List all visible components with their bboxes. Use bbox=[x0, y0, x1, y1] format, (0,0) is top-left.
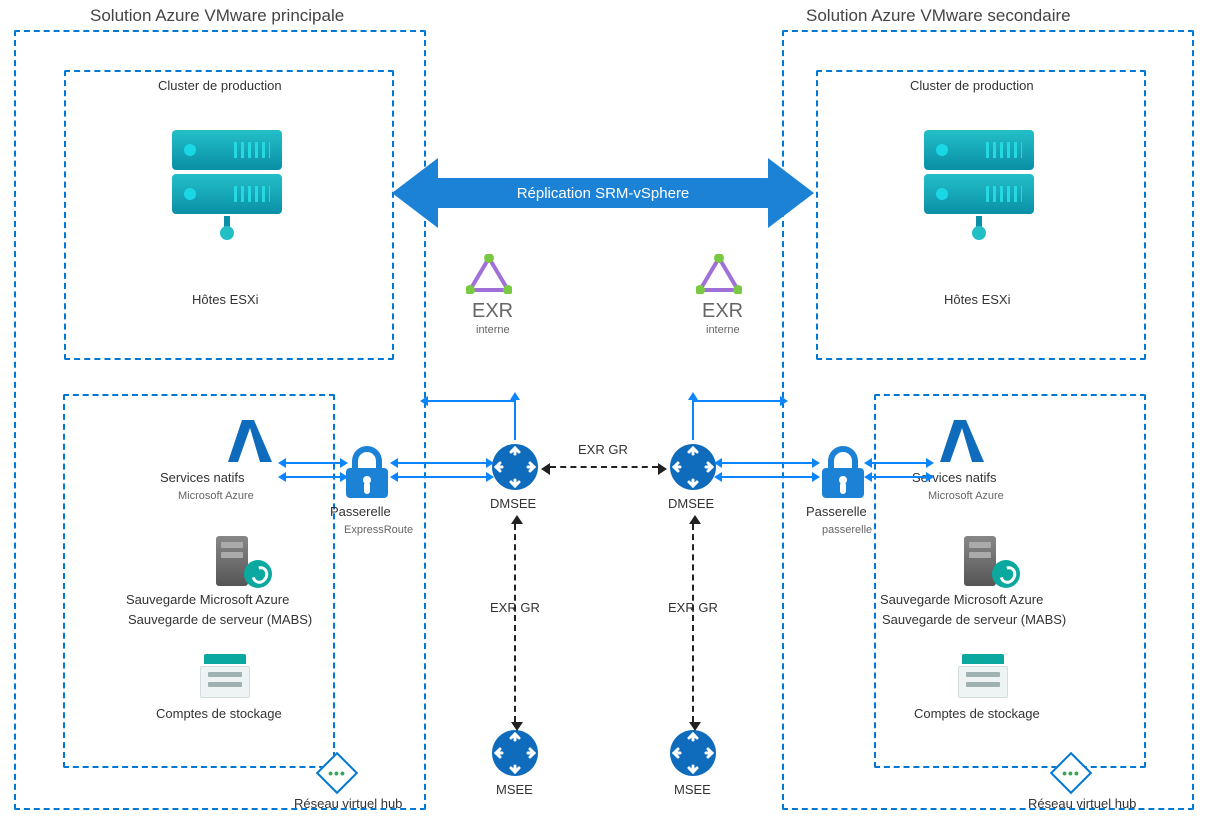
storage-account-icon bbox=[958, 654, 1008, 698]
lock-icon bbox=[344, 446, 390, 498]
primary-vnet-label: Réseau virtuel hub bbox=[294, 796, 402, 811]
exr-right-label: EXR bbox=[702, 300, 743, 323]
dmsee-right-label: DMSEE bbox=[668, 496, 714, 511]
exr-left-label: EXR bbox=[472, 300, 513, 323]
connector-line bbox=[286, 476, 340, 478]
router-icon bbox=[670, 730, 716, 776]
primary-native-services-label: Services natifs bbox=[160, 470, 245, 485]
exr-gr-h-label: EXR GR bbox=[578, 442, 628, 457]
secondary-backup-sub: Sauvegarde de serveur (MABS) bbox=[882, 612, 1066, 627]
secondary-gateway-sub: passerelle bbox=[822, 524, 872, 536]
primary-esxi-label: Hôtes ESXi bbox=[192, 292, 258, 307]
msee-left-label: MSEE bbox=[496, 782, 533, 797]
secondary-cluster-header: Cluster de production bbox=[910, 78, 1034, 93]
primary-backup-sub: Sauvegarde de serveur (MABS) bbox=[128, 612, 312, 627]
azure-a-icon bbox=[224, 418, 276, 471]
exr-gr-link bbox=[550, 466, 658, 468]
storage-account-icon bbox=[200, 654, 250, 698]
exr-gr-link bbox=[514, 524, 516, 722]
srm-replication-arrow: Réplication SRM-vSphere bbox=[438, 178, 768, 208]
connector-line bbox=[692, 400, 694, 440]
primary-gateway-label: Passerelle bbox=[330, 504, 391, 519]
secondary-solution-title: Solution Azure VMware secondaire bbox=[806, 6, 1071, 26]
exr-triangle-icon bbox=[466, 254, 512, 294]
vnet-icon bbox=[1056, 758, 1086, 788]
mabs-icon bbox=[964, 530, 1014, 586]
connector-line bbox=[694, 400, 780, 402]
primary-backup-label: Sauvegarde Microsoft Azure bbox=[126, 592, 289, 607]
router-icon bbox=[670, 444, 716, 490]
exr-right-sub: interne bbox=[706, 324, 740, 336]
exr-gr-link bbox=[692, 524, 694, 722]
connector-line bbox=[514, 400, 516, 440]
connector-line bbox=[722, 462, 812, 464]
secondary-esxi-label: Hôtes ESXi bbox=[944, 292, 1010, 307]
connector-line bbox=[286, 462, 340, 464]
exr-gr-right-label: EXR GR bbox=[668, 600, 718, 615]
primary-solution-title: Solution Azure VMware principale bbox=[90, 6, 344, 26]
exr-triangle-icon bbox=[696, 254, 742, 294]
secondary-storage-label: Comptes de stockage bbox=[914, 706, 1040, 721]
router-icon bbox=[492, 444, 538, 490]
server-stack-icon bbox=[924, 130, 1034, 235]
vnet-icon bbox=[322, 758, 352, 788]
connector-line bbox=[722, 476, 812, 478]
connector-line bbox=[872, 476, 926, 478]
secondary-vnet-label: Réseau virtuel hub bbox=[1028, 796, 1136, 811]
connector-line bbox=[428, 400, 514, 402]
srm-replication-label: Réplication SRM-vSphere bbox=[517, 185, 690, 202]
primary-gateway-sub: ExpressRoute bbox=[344, 524, 413, 536]
mabs-icon bbox=[216, 530, 266, 586]
exr-gr-left-label: EXR GR bbox=[490, 600, 540, 615]
lock-icon bbox=[820, 446, 866, 498]
connector-line bbox=[872, 462, 926, 464]
connector-line bbox=[398, 462, 486, 464]
msee-right-label: MSEE bbox=[674, 782, 711, 797]
primary-cluster-header: Cluster de production bbox=[158, 78, 282, 93]
dmsee-left-label: DMSEE bbox=[490, 496, 536, 511]
connector-line bbox=[398, 476, 486, 478]
exr-left-sub: interne bbox=[476, 324, 510, 336]
server-stack-icon bbox=[172, 130, 282, 235]
router-icon bbox=[492, 730, 538, 776]
secondary-gateway-label: Passerelle bbox=[806, 504, 867, 519]
azure-a-icon bbox=[936, 418, 988, 471]
primary-native-services-sub: Microsoft Azure bbox=[178, 490, 254, 502]
primary-storage-label: Comptes de stockage bbox=[156, 706, 282, 721]
secondary-native-services-sub: Microsoft Azure bbox=[928, 490, 1004, 502]
secondary-backup-label: Sauvegarde Microsoft Azure bbox=[880, 592, 1043, 607]
